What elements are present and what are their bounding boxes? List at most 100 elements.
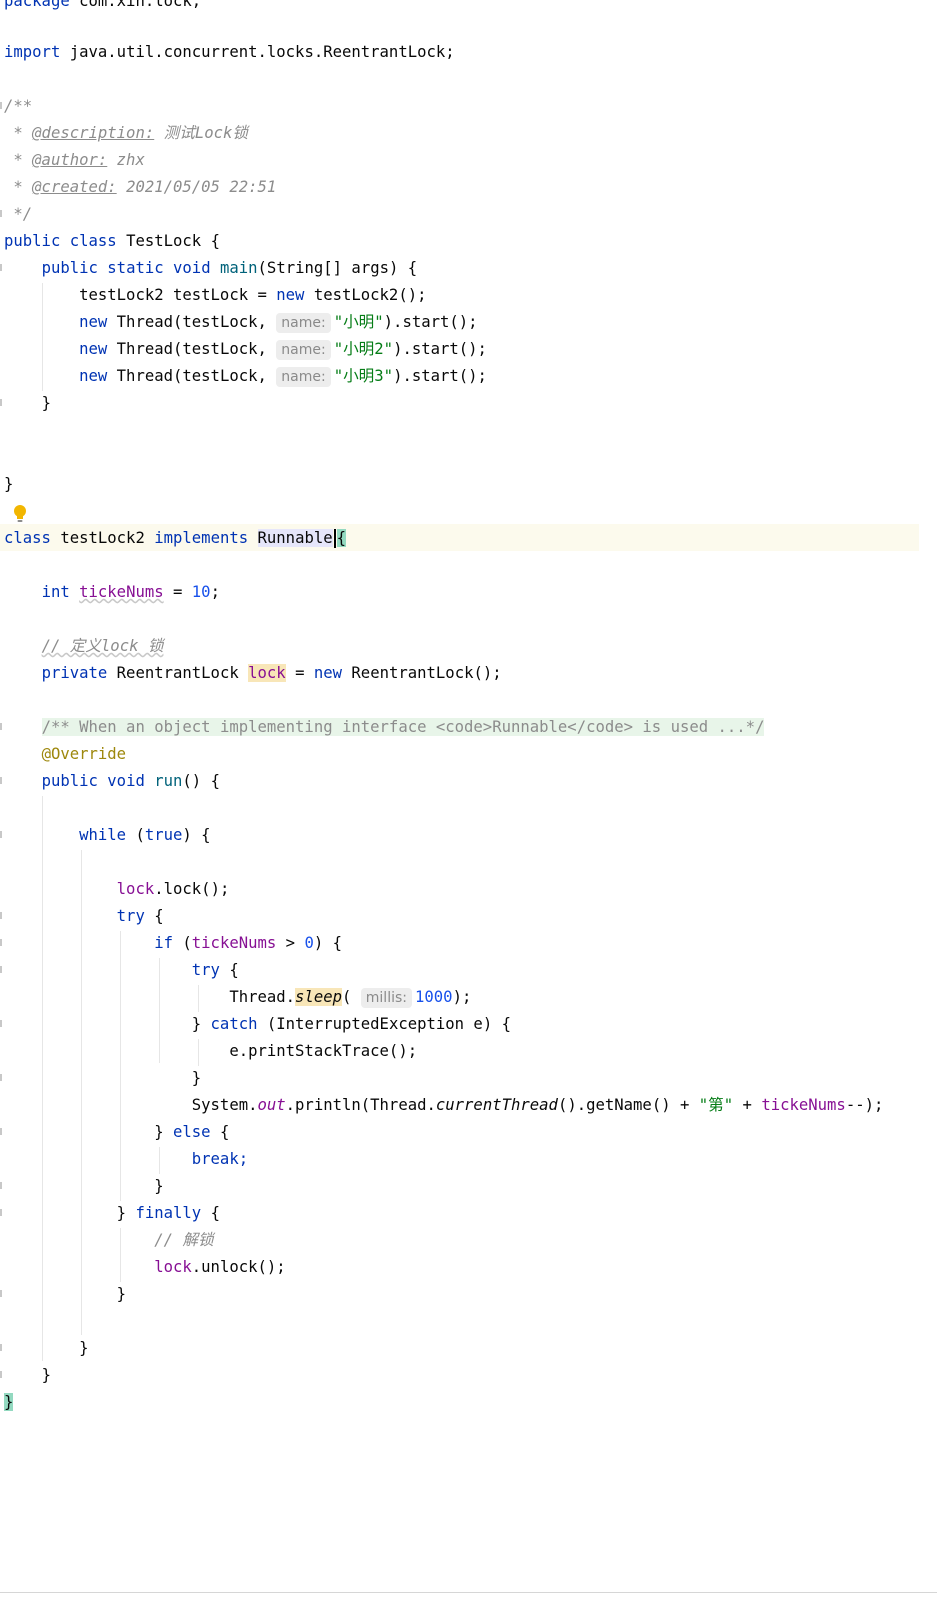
doc-comment-description: * @description: 测试Lock锁 — [4, 120, 248, 147]
keyword: new — [79, 367, 108, 385]
fold-marker[interactable] — [0, 1128, 2, 1135]
keyword: implements — [154, 529, 249, 547]
keyword: new — [276, 286, 305, 304]
code-line-close-run: } — [4, 1362, 51, 1389]
doc-star: * — [13, 124, 23, 142]
fold-marker[interactable] — [0, 1074, 2, 1081]
code-line-close-main: } — [4, 390, 51, 417]
field-name: lock — [248, 664, 286, 682]
method-call: e.printStackTrace(); — [229, 1042, 418, 1060]
keyword: class — [4, 529, 51, 547]
code-line-collapsed-doc[interactable]: /** When an object implementing interfac… — [4, 714, 765, 741]
code-line-class-testlock: public class TestLock { — [4, 228, 220, 255]
fold-marker[interactable] — [0, 264, 2, 271]
fold-marker[interactable] — [0, 1020, 2, 1027]
code-line-thread-1: new Thread(testLock, name: "小明").start(); — [4, 309, 478, 336]
code-line-thread-2: new Thread(testLock, name: "小明2").start()… — [4, 336, 487, 363]
keyword: static — [107, 259, 164, 277]
doc-text: 2021/05/05 22:51 — [126, 178, 277, 196]
class-name: testLock2 — [60, 529, 145, 547]
fold-marker[interactable] — [0, 1182, 2, 1189]
fold-marker[interactable] — [0, 399, 2, 406]
brace: } — [116, 1204, 127, 1222]
brace: { — [219, 1123, 230, 1141]
fold-marker[interactable] — [0, 1371, 2, 1378]
param-hint: name: — [276, 367, 331, 387]
fold-marker[interactable] — [0, 777, 2, 784]
line-comment: // 解锁 — [154, 1231, 214, 1249]
brace: } — [79, 1339, 89, 1357]
call-end: ).start(); — [393, 340, 487, 358]
fold-marker[interactable] — [0, 1209, 2, 1216]
doc-comment-close: */ — [4, 201, 32, 228]
method-call: .lock(); — [154, 880, 230, 898]
code-line-while: while (true) { — [4, 822, 211, 849]
call-end: ).start(); — [393, 367, 487, 385]
static-method: currentThread — [435, 1096, 558, 1114]
matched-brace: } — [4, 1393, 14, 1411]
code-line-if: if (tickeNums > 0) { — [4, 930, 342, 957]
doc-text: zhx — [116, 151, 145, 169]
constructor: ReentrantLock(); — [351, 664, 502, 682]
code-line-field-lock: private ReentrantLock lock = new Reentra… — [4, 660, 502, 687]
keyword: new — [79, 340, 108, 358]
method-call: ().getName() + — [557, 1096, 690, 1114]
brace: { — [154, 907, 164, 925]
number-literal: 10 — [191, 583, 211, 601]
code-line-instance: testLock2 testLock = new testLock2(); — [4, 282, 426, 309]
doc-open: /** — [4, 97, 33, 115]
fold-marker[interactable] — [0, 966, 2, 973]
thread-ctor: Thread(testLock, — [116, 367, 267, 385]
doc-star: * — [13, 151, 23, 169]
matched-brace: { — [336, 529, 347, 547]
brace: } — [191, 1069, 202, 1087]
fold-marker[interactable] — [0, 723, 2, 730]
paren: ) { — [182, 826, 211, 844]
code-line-run: public void run() { — [4, 768, 220, 795]
fold-marker[interactable] — [0, 102, 2, 109]
code-line-package: package com.xin.lock; — [4, 0, 201, 15]
fold-marker[interactable] — [0, 831, 2, 838]
brace: { — [229, 961, 239, 979]
doc-comment-created: * @created: 2021/05/05 22:51 — [4, 174, 276, 201]
field-name: lock — [116, 880, 155, 898]
code-line-main: public static void main(String[] args) { — [4, 255, 418, 282]
brace: } — [154, 1177, 164, 1195]
param-hint: name: — [276, 313, 331, 333]
code-line-close-catch: } — [4, 1065, 201, 1092]
fold-marker[interactable] — [0, 1344, 2, 1351]
doc-tag: @author: — [32, 151, 108, 169]
string-literal: "小明" — [333, 313, 384, 331]
keyword: int — [41, 583, 70, 601]
code-line-finally: } finally { — [4, 1200, 220, 1227]
line-comment: // 定义lock 锁 — [41, 637, 164, 655]
keyword: if — [154, 934, 173, 952]
code-line-comment-lock: // 定义lock 锁 — [4, 633, 164, 660]
keyword: true — [144, 826, 183, 844]
fold-marker[interactable] — [0, 912, 2, 919]
collapsed-doc-comment[interactable]: /** When an object implementing interfac… — [41, 718, 765, 736]
field-name: tickeNums — [191, 934, 277, 952]
paren: ( — [182, 934, 192, 952]
fold-marker[interactable] — [0, 1290, 2, 1297]
call-end: --); — [845, 1096, 884, 1114]
string-literal: "第" — [698, 1096, 734, 1114]
keyword: new — [79, 313, 108, 331]
lightbulb-icon[interactable] — [12, 504, 28, 524]
code-line-close-finally: } — [4, 1281, 126, 1308]
code-line-class-testlock2[interactable]: class testLock2 implements Runnable{ — [4, 525, 347, 552]
annotation: @Override — [41, 745, 127, 763]
keyword: while — [79, 826, 127, 844]
string-literal: "小明3" — [333, 367, 394, 385]
brace: } — [154, 1123, 164, 1141]
keyword: package — [4, 0, 70, 10]
doc-text: 测试Lock锁 — [163, 124, 248, 142]
field-name: tickeNums — [79, 583, 164, 601]
keyword: catch — [210, 1015, 258, 1033]
keyword: try — [116, 907, 145, 925]
fold-marker[interactable] — [0, 939, 2, 946]
semicolon: ; — [210, 583, 220, 601]
code-editor[interactable]: package com.xin.lock; import java.util.c… — [0, 0, 937, 1599]
operator: = — [173, 583, 183, 601]
fold-marker[interactable] — [0, 210, 2, 217]
